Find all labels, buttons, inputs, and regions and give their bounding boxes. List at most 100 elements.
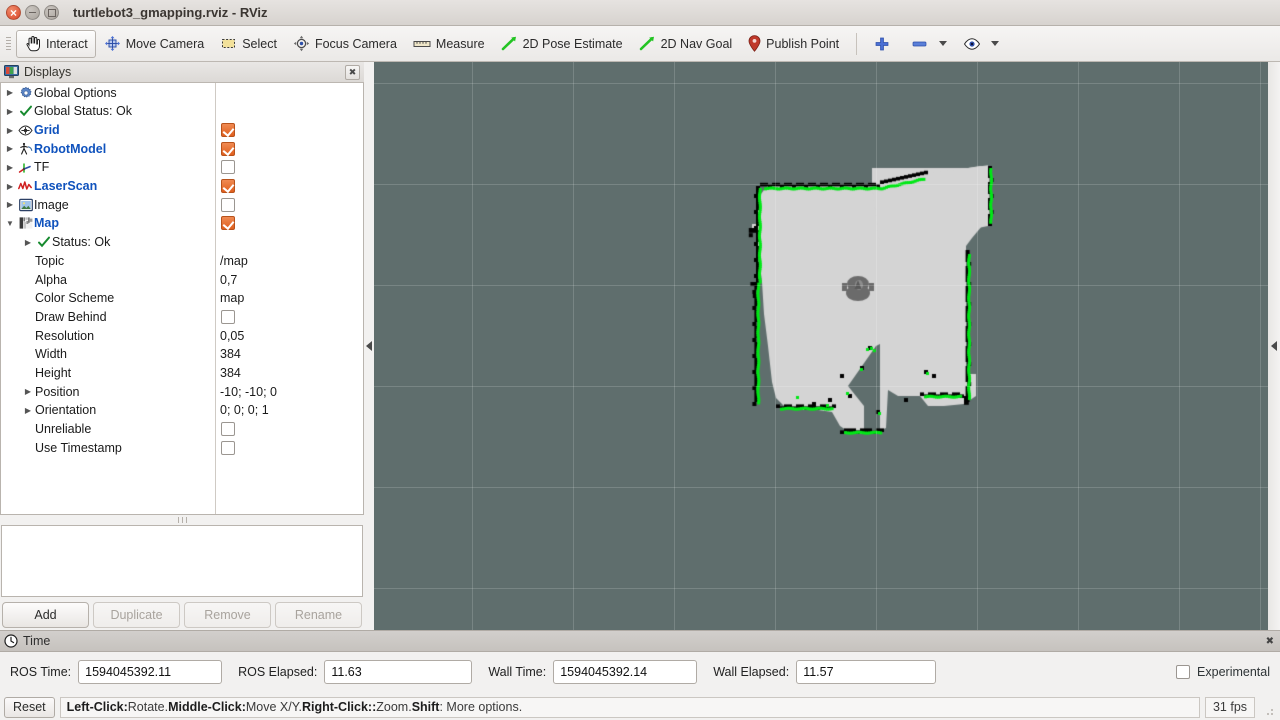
tree-row-value[interactable]: 0,05 xyxy=(220,329,244,343)
tree-row-checkbox[interactable] xyxy=(221,123,235,138)
tree-row[interactable]: ▶ TF xyxy=(1,158,363,177)
status-hint-part: : More options. xyxy=(439,700,523,714)
tree-row-value[interactable]: 384 xyxy=(220,366,241,380)
add-tool-button[interactable] xyxy=(866,30,903,58)
grid-line-horizontal xyxy=(374,184,1268,185)
tree-row-value[interactable]: /map xyxy=(220,254,248,268)
grid-line-horizontal xyxy=(374,588,1268,589)
tree-row-label: Global Options xyxy=(34,85,117,100)
tool-button-2d-pose-estimate[interactable]: 2D Pose Estimate xyxy=(493,30,631,58)
resize-grip-icon[interactable] xyxy=(1262,704,1276,718)
grid-line-horizontal xyxy=(374,487,1268,488)
render-view-3d[interactable] xyxy=(374,62,1268,630)
tree-row-label: Topic xyxy=(35,253,65,268)
tree-row[interactable]: ▶ Image xyxy=(1,195,363,214)
tree-row[interactable]: Use Timestamp xyxy=(1,438,363,457)
tool-button-move-camera[interactable]: Move Camera xyxy=(96,30,213,58)
tree-row-value[interactable]: map xyxy=(220,291,244,305)
tree-row[interactable]: ▶ Global Status: Ok xyxy=(1,102,363,121)
tree-row[interactable]: ▼ Map xyxy=(1,214,363,233)
panel-splitter-handle[interactable] xyxy=(0,515,364,525)
tree-row-value[interactable]: 0,7 xyxy=(220,273,237,287)
tree-row[interactable]: Width 384 xyxy=(1,345,363,364)
tree-row[interactable]: ▶ Grid xyxy=(1,121,363,140)
tree-row-checkbox[interactable] xyxy=(221,160,235,175)
tree-row-checkbox[interactable] xyxy=(221,440,235,455)
tree-row-value[interactable]: 0; 0; 0; 1 xyxy=(220,403,269,417)
tool-button-label: Focus Camera xyxy=(314,36,397,51)
chevron-right-icon[interactable]: ▶ xyxy=(3,200,17,209)
chevron-down-icon[interactable]: ▼ xyxy=(3,219,17,228)
tree-row-checkbox[interactable] xyxy=(221,216,235,231)
remove-tool-button[interactable] xyxy=(903,30,955,58)
tree-row[interactable]: ▶ LaserScan xyxy=(1,177,363,196)
add-display-button[interactable]: Add xyxy=(2,602,89,628)
tree-row[interactable]: Resolution 0,05 xyxy=(1,326,363,345)
tree-row-checkbox[interactable] xyxy=(221,179,235,194)
tool-button-interact[interactable]: Interact xyxy=(16,29,96,58)
window-close-button[interactable] xyxy=(6,5,21,20)
tree-row-checkbox[interactable] xyxy=(221,422,235,437)
time-field-input[interactable]: 11.63 xyxy=(324,660,473,684)
tree-row[interactable]: Unreliable xyxy=(1,420,363,439)
chevron-down-icon[interactable] xyxy=(991,41,1000,46)
tool-button-publish-point[interactable]: Publish Point xyxy=(740,30,847,58)
chevron-down-icon[interactable] xyxy=(939,41,948,46)
clock-icon xyxy=(4,634,18,648)
grid-line-vertical xyxy=(573,62,574,630)
chevron-right-icon[interactable]: ▶ xyxy=(21,238,35,247)
fps-indicator: 31 fps xyxy=(1205,696,1255,718)
tree-row[interactable]: ▶ Position -10; -10; 0 xyxy=(1,382,363,401)
visibility-tool-button[interactable] xyxy=(955,30,1007,58)
chevron-right-icon[interactable]: ▶ xyxy=(21,387,35,396)
chevron-right-icon[interactable]: ▶ xyxy=(3,182,17,191)
tree-row[interactable]: ▶ Orientation 0; 0; 0; 1 xyxy=(1,401,363,420)
chevron-right-icon[interactable]: ▶ xyxy=(3,88,17,97)
tree-row-checkbox[interactable] xyxy=(221,197,235,212)
window-maximize-button[interactable] xyxy=(44,5,59,20)
tree-row[interactable]: ▶ Global Options xyxy=(1,83,363,102)
experimental-toggle[interactable]: Experimental xyxy=(1176,665,1270,679)
toolbar-grip[interactable] xyxy=(4,34,13,54)
displays-close-button[interactable]: ✖ xyxy=(345,64,360,80)
time-field-input[interactable]: 1594045392.14 xyxy=(553,660,698,684)
tree-row-label: TF xyxy=(34,160,50,175)
chevron-right-icon[interactable]: ▶ xyxy=(3,126,17,135)
tree-row-checkbox[interactable] xyxy=(221,309,235,324)
window-minimize-button[interactable] xyxy=(25,5,40,20)
tree-row-value[interactable]: -10; -10; 0 xyxy=(220,385,277,399)
tool-button-measure[interactable]: Measure xyxy=(405,30,493,58)
time-panel-close-button[interactable]: ✖ xyxy=(1266,636,1276,647)
displays-tree[interactable]: ▶ Global Options ▶ Global Status: Ok ▶ Grid ▶ R… xyxy=(0,83,364,516)
gear-icon xyxy=(17,86,34,100)
experimental-checkbox[interactable] xyxy=(1176,665,1191,679)
time-field-input[interactable]: 1594045392.11 xyxy=(78,660,223,684)
tree-row-checkbox[interactable] xyxy=(221,141,235,156)
left-dock-collapse-handle[interactable] xyxy=(364,62,374,630)
tree-row-value[interactable]: 384 xyxy=(220,347,241,361)
tree-row-label: Use Timestamp xyxy=(35,440,122,455)
tree-row-label: Grid xyxy=(34,123,60,138)
chevron-right-icon[interactable]: ▶ xyxy=(3,163,17,172)
tree-row[interactable]: Topic/map xyxy=(1,252,363,271)
chevron-right-icon[interactable]: ▶ xyxy=(3,144,17,153)
tool-button-2d-nav-goal[interactable]: 2D Nav Goal xyxy=(631,30,741,58)
tool-button-select[interactable]: Select xyxy=(212,30,285,58)
tree-row[interactable]: Color Scheme map xyxy=(1,289,363,308)
tree-row-label: Status: Ok xyxy=(52,235,111,250)
tree-row[interactable]: ▶ Status: Ok xyxy=(1,233,363,252)
tree-row[interactable]: Alpha 0,7 xyxy=(1,270,363,289)
chevron-right-icon[interactable]: ▶ xyxy=(21,406,35,415)
remove-display-button: Remove xyxy=(184,602,271,628)
chevron-right-icon[interactable]: ▶ xyxy=(3,107,17,116)
right-dock-collapse-handle[interactable] xyxy=(1268,62,1280,630)
tree-row[interactable]: ▶ RobotModel xyxy=(1,139,363,158)
tree-row[interactable]: Draw Behind xyxy=(1,308,363,327)
time-field-input[interactable]: 11.57 xyxy=(796,660,937,684)
tree-row[interactable]: Height 384 xyxy=(1,364,363,383)
reset-button[interactable]: Reset xyxy=(4,696,55,718)
check-icon xyxy=(35,235,52,249)
toolbar-separator xyxy=(856,32,858,55)
displays-button-row: Add Duplicate Remove Rename xyxy=(0,597,364,630)
tool-button-focus-camera[interactable]: Focus Camera xyxy=(285,30,405,58)
